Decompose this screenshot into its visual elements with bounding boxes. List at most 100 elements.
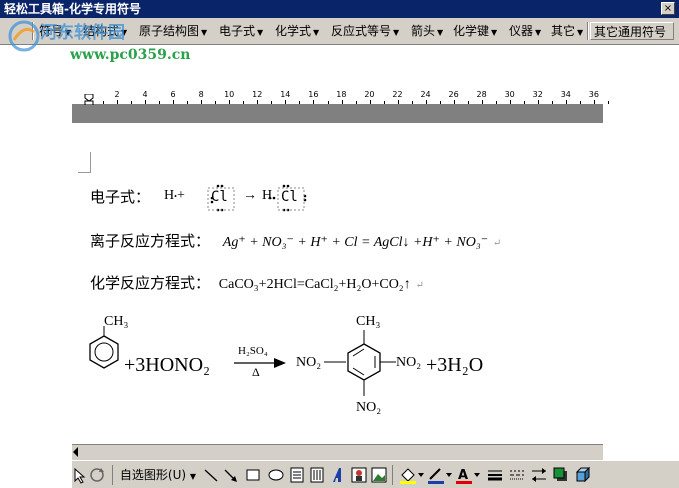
- menu-item-label: 化学键: [453, 24, 490, 38]
- watermark-url: www.pc0359.cn: [70, 47, 191, 63]
- chevron-down-icon: ▼: [393, 28, 400, 37]
- menu-item-2[interactable]: 原子结构图 ▼: [136, 22, 212, 40]
- ruler-label: 16: [308, 90, 319, 99]
- insert-picture-icon[interactable]: [370, 465, 388, 485]
- ruler-label: 12: [252, 90, 263, 99]
- ruler-label: 2: [114, 90, 120, 99]
- catalyst-sulfuric-acid: H₂SO₄: [238, 345, 268, 357]
- toluene-methyl: CH₃: [104, 314, 129, 329]
- ruler-label: 6: [170, 90, 176, 99]
- menu-other-general-symbols[interactable]: 其它通用符号: [590, 22, 674, 40]
- text-boundary-corner: [78, 152, 91, 173]
- line-style-icon[interactable]: [486, 465, 504, 485]
- free-rotate-icon[interactable]: [88, 465, 106, 485]
- ruler-label: 32: [532, 90, 543, 99]
- electron-formula-label: 电子式：: [90, 188, 151, 206]
- menu-item-label: 仪器: [509, 24, 534, 38]
- menu-item-4[interactable]: 化学式 ▼: [272, 22, 324, 40]
- ruler-margin-band: [72, 104, 603, 123]
- menu-item-label: 电子式: [219, 24, 256, 38]
- reaction-arrow: →: [243, 188, 257, 203]
- title-bar: 轻松工具箱-化学专用符号 ×: [0, 0, 679, 18]
- ruler-label: 24: [420, 90, 431, 99]
- ionic-equation-line: 离子反应方程式： Ag⁺ + NO₃⁻ + H⁺ + Cl = AgCl↓ +H…: [90, 232, 502, 250]
- ruler-label: 4: [142, 90, 148, 99]
- wordart-icon[interactable]: [330, 465, 348, 485]
- horizontal-scrollbar[interactable]: [72, 444, 603, 461]
- ruler-label: 8: [198, 90, 204, 99]
- drawing-toolbar: 自选图形(U) ▼ A: [72, 460, 679, 488]
- ruler-label: 14: [280, 90, 291, 99]
- window-title: 轻松工具箱-化学专用符号: [4, 2, 141, 16]
- menu-item-7[interactable]: 化学键 ▼: [450, 22, 502, 40]
- product-chlorine: Cl: [281, 189, 298, 205]
- menu-item-label: 箭头: [411, 24, 436, 38]
- ruler-tick: [608, 101, 610, 104]
- product-methyl: CH₃: [356, 314, 381, 329]
- menu-item-8[interactable]: 仪器 ▼: [506, 22, 544, 40]
- chevron-down-icon: ▼: [491, 28, 498, 37]
- horizontal-ruler[interactable]: 2 4 6 8 10 12 14 16 18 20 22 24 26 28 30 32 34 36: [72, 90, 610, 104]
- ruler-label: 20: [364, 90, 375, 99]
- chevron-down-icon: ▼: [313, 28, 320, 37]
- menu-item-9[interactable]: 其它 ▼: [548, 22, 586, 40]
- menu-item-label: 化学式: [275, 24, 312, 38]
- menu-item-5[interactable]: 反应式等号 ▼: [328, 22, 404, 40]
- indent-marker-icon[interactable]: [84, 94, 94, 105]
- line-color-icon[interactable]: [426, 465, 452, 485]
- electron-formula-h: H•+: [164, 188, 185, 203]
- heat-symbol: Δ: [252, 365, 260, 379]
- ruler-label: 10: [224, 90, 235, 99]
- product-hydrogen: H: [262, 188, 273, 203]
- watermark-site-name: 河东软件园: [40, 23, 125, 43]
- fill-color-icon[interactable]: [398, 465, 424, 485]
- chemical-equation-line: 化学反应方程式： CaCO₃+2HCl=CaCl₂+H₂O+CO₂↑ ↵: [90, 274, 424, 292]
- nitro-group-right: NO₂: [396, 355, 422, 370]
- menu-item-3[interactable]: 电子式 ▼: [216, 22, 268, 40]
- ruler-label: 36: [588, 90, 599, 99]
- rectangle-tool-icon[interactable]: [244, 465, 262, 485]
- reaction-arrow-icon: [234, 358, 286, 368]
- shadow-style-icon[interactable]: [552, 465, 570, 485]
- scroll-left-icon[interactable]: [72, 445, 80, 459]
- chevron-down-icon: ▼: [577, 28, 584, 37]
- ruler-label: 28: [476, 90, 487, 99]
- chevron-down-icon: ▼: [201, 28, 208, 37]
- menu-item-6[interactable]: 箭头 ▼: [408, 22, 446, 40]
- dash-style-icon[interactable]: [508, 465, 526, 485]
- nitro-group-left: NO₂: [296, 355, 322, 370]
- autoshapes-menu[interactable]: 自选图形(U) ▼: [118, 465, 198, 485]
- menu-item-label: 其它: [551, 24, 576, 38]
- font-color-icon[interactable]: A: [454, 465, 480, 485]
- ruler-label: 22: [392, 90, 403, 99]
- toolbar-separator: [112, 465, 113, 485]
- nitric-acid-reagent: +3HONO₂: [124, 354, 211, 376]
- svg-text:A: A: [458, 468, 468, 483]
- water-product: +3H₂O: [426, 354, 484, 376]
- textbox-tool-icon[interactable]: [288, 465, 306, 485]
- ruler-label: 30: [504, 90, 515, 99]
- menu-item-label: 反应式等号: [331, 24, 392, 38]
- oval-tool-icon[interactable]: [266, 465, 286, 485]
- ruler-label: 34: [560, 90, 571, 99]
- arrow-tool-icon[interactable]: [222, 465, 240, 485]
- chlorine-symbol: Cl: [211, 189, 228, 205]
- vertical-textbox-icon[interactable]: [308, 465, 326, 485]
- close-button[interactable]: ×: [661, 2, 675, 15]
- menu-separator: [587, 22, 589, 40]
- clipart-icon[interactable]: [350, 465, 368, 485]
- ruler-label: 18: [336, 90, 347, 99]
- chevron-down-icon: ▼: [437, 28, 444, 37]
- 3d-style-icon[interactable]: [574, 465, 592, 485]
- nitro-group-bottom: NO₂: [356, 400, 382, 415]
- line-tool-icon[interactable]: [202, 465, 220, 485]
- chemical-equation: CaCO₃+2HCl=CaCl₂+H₂O+CO₂↑: [218, 277, 411, 292]
- toolbar-separator: [392, 465, 393, 485]
- watermark-logo-icon: [8, 20, 40, 52]
- select-pointer-icon[interactable]: [72, 465, 86, 485]
- chevron-down-icon: ▼: [257, 28, 264, 37]
- ionic-equation-label: 离子反应方程式：: [90, 232, 211, 250]
- chemical-equation-label: 化学反应方程式：: [90, 274, 211, 292]
- arrow-style-icon[interactable]: [530, 465, 548, 485]
- ruler-label: 26: [448, 90, 459, 99]
